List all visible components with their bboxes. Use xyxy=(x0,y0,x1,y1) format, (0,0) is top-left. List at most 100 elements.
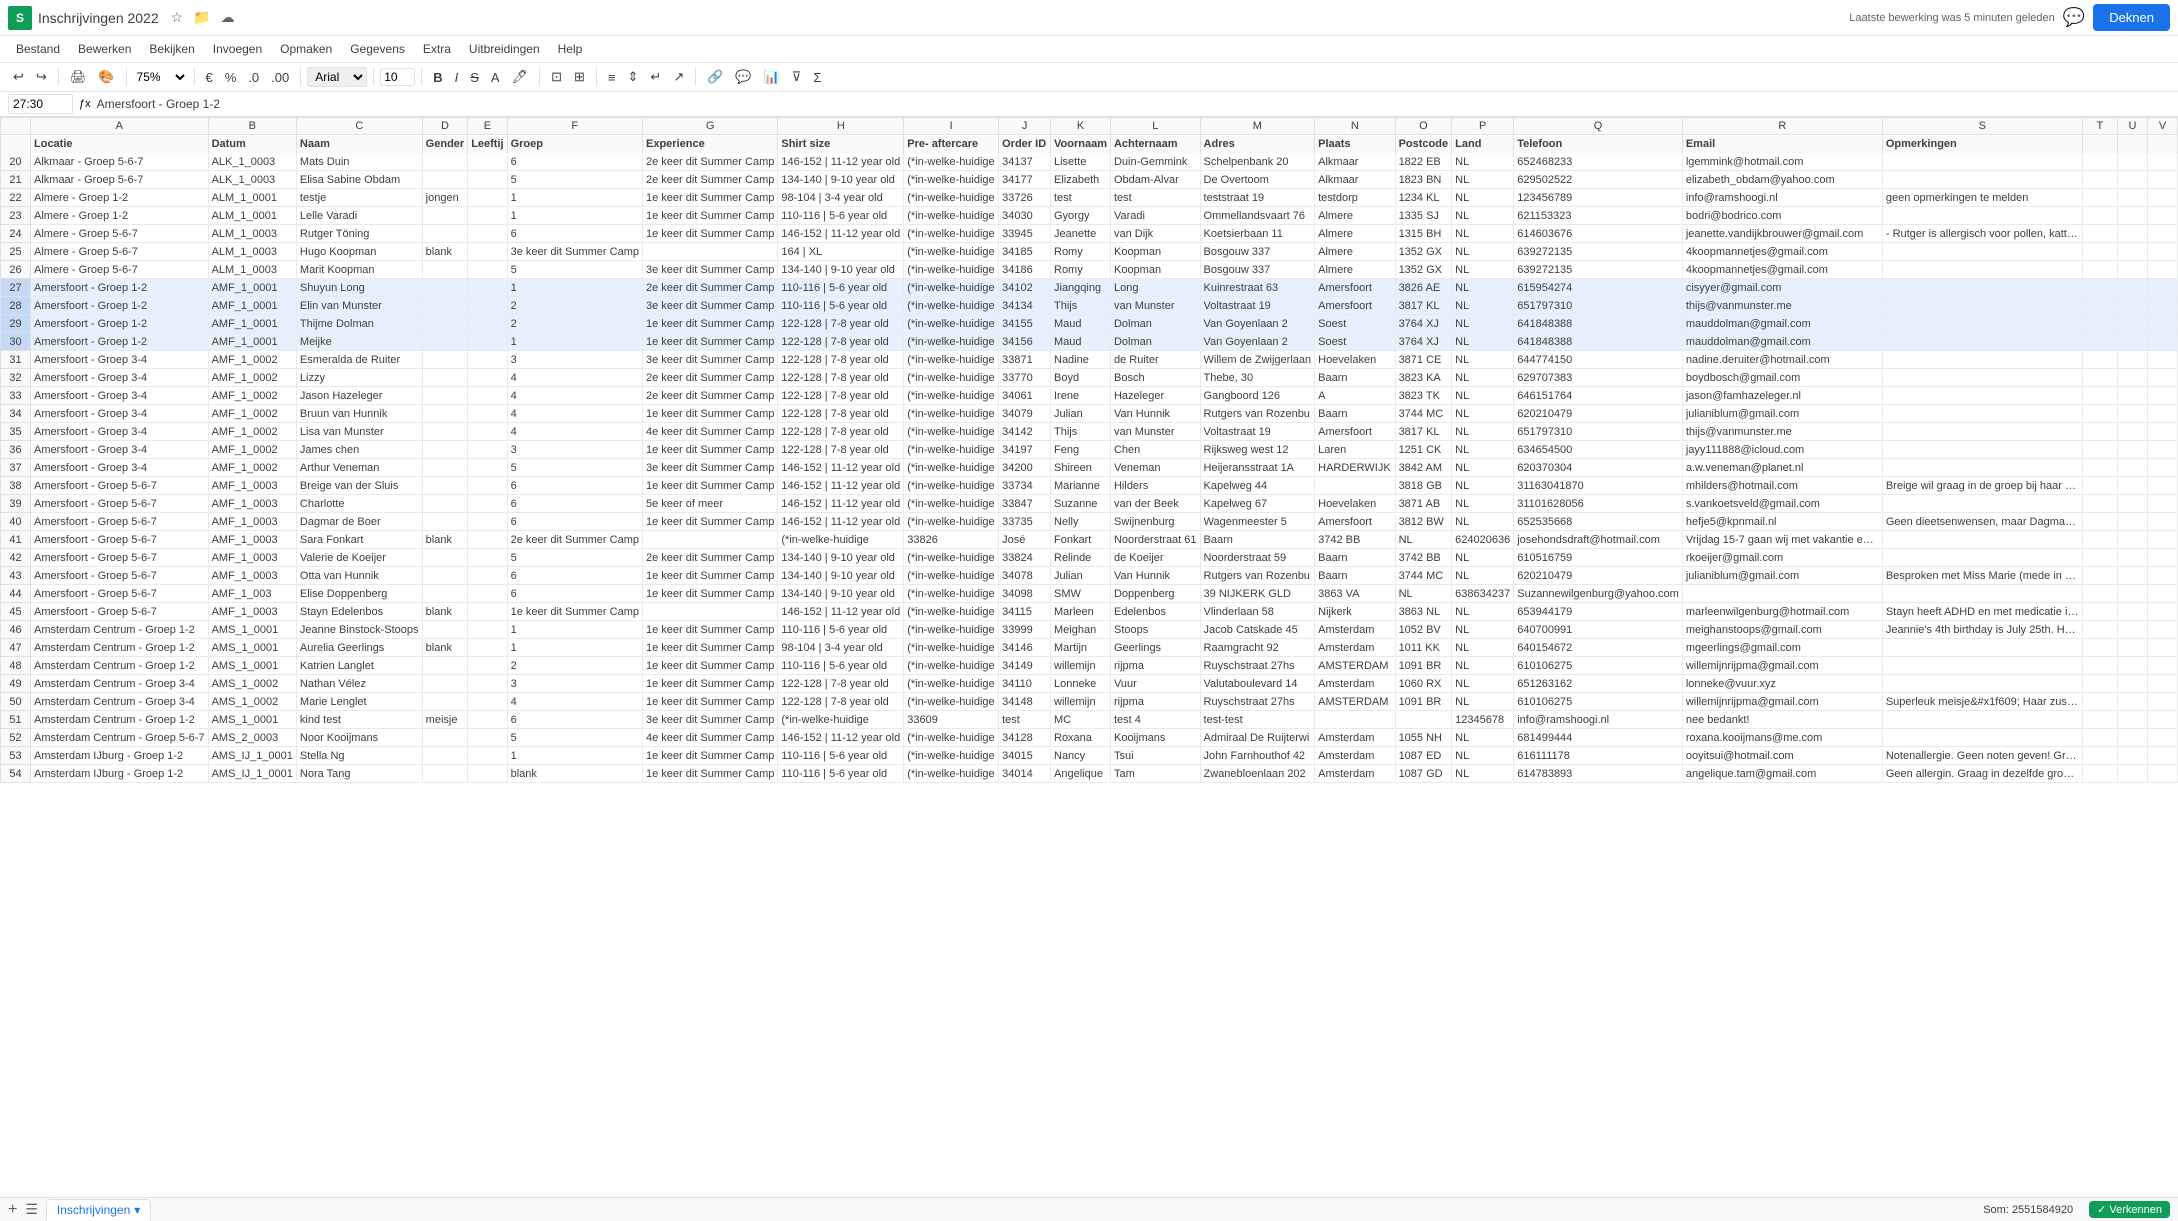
menu-uitbreidingen[interactable]: Uitbreidingen xyxy=(461,38,548,60)
cell[interactable]: Lizzy xyxy=(296,369,422,387)
cell[interactable]: Amersfoort - Groep 5-6-7 xyxy=(31,603,209,621)
cell[interactable]: Elizabeth xyxy=(1051,171,1111,189)
cell[interactable]: 146-152 | 11-12 year old xyxy=(778,153,904,171)
cell-empty[interactable] xyxy=(2082,585,2117,603)
cell[interactable]: Amsterdam xyxy=(1315,729,1395,747)
cell-empty[interactable] xyxy=(2118,351,2148,369)
cell[interactable] xyxy=(422,657,468,675)
cell[interactable]: Van Hunnik xyxy=(1110,405,1200,423)
cell[interactable]: Nelly xyxy=(1051,513,1111,531)
cell-empty[interactable] xyxy=(2118,567,2148,585)
cell[interactable]: Martijn xyxy=(1051,639,1111,657)
cell-empty[interactable] xyxy=(2118,243,2148,261)
cell-empty[interactable] xyxy=(2118,603,2148,621)
cell-empty[interactable] xyxy=(2148,351,2178,369)
cell[interactable]: 34115 xyxy=(999,603,1051,621)
cell[interactable]: 4 xyxy=(507,423,642,441)
cell[interactable]: Rutger Töning xyxy=(296,225,422,243)
cell[interactable]: 1060 RX xyxy=(1395,675,1452,693)
cell[interactable]: Marit Koopman xyxy=(296,261,422,279)
cell[interactable]: a.w.veneman@planet.nl xyxy=(1682,459,1882,477)
cell[interactable]: AMS_1_0001 xyxy=(208,657,296,675)
align-button[interactable]: ≡ xyxy=(603,67,621,88)
cell[interactable]: Aurelia Geerlings xyxy=(296,639,422,657)
cell[interactable]: Almere xyxy=(1315,243,1395,261)
cell[interactable]: Soest xyxy=(1315,315,1395,333)
cell[interactable] xyxy=(468,495,507,513)
undo-button[interactable]: ↩ xyxy=(8,66,29,88)
cell[interactable] xyxy=(468,621,507,639)
cell[interactable]: MC xyxy=(1051,711,1111,729)
cell-empty[interactable] xyxy=(2148,279,2178,297)
cell[interactable]: Amsterdam Centrum - Groep 5-6-7 xyxy=(31,729,209,747)
cell[interactable]: Noor Kooijmans xyxy=(296,729,422,747)
cell[interactable]: 34177 xyxy=(999,171,1051,189)
cell[interactable]: 33726 xyxy=(999,189,1051,207)
cell[interactable] xyxy=(468,657,507,675)
cell[interactable]: ALK_1_0003 xyxy=(208,153,296,171)
cell-empty[interactable] xyxy=(2118,225,2148,243)
cell[interactable]: HARDERWIJK xyxy=(1315,459,1395,477)
cell[interactable] xyxy=(1882,657,2082,675)
cell[interactable]: 1091 BR xyxy=(1395,693,1452,711)
cell[interactable]: Thijs xyxy=(1051,423,1111,441)
cell[interactable]: 6 xyxy=(507,495,642,513)
col-header-O[interactable]: O xyxy=(1395,118,1452,135)
cell[interactable]: 1e keer dit Summer Camp xyxy=(642,477,777,495)
cell[interactable]: 6 xyxy=(507,225,642,243)
cell[interactable]: 1 xyxy=(507,621,642,639)
cell[interactable]: (*in-welke-huidige xyxy=(904,315,999,333)
cell[interactable]: Amersfoort - Groep 3-4 xyxy=(31,351,209,369)
cell[interactable] xyxy=(468,513,507,531)
cell[interactable]: 3e keer dit Summer Camp xyxy=(642,351,777,369)
cell[interactable]: 3e keer dit Summer Camp xyxy=(642,297,777,315)
cell[interactable]: 5 xyxy=(507,549,642,567)
cell[interactable]: Wagenmeester 5 xyxy=(1200,513,1315,531)
cell[interactable]: 34079 xyxy=(999,405,1051,423)
cell[interactable]: 3823 TK xyxy=(1395,387,1452,405)
cell-empty[interactable] xyxy=(2118,189,2148,207)
cell[interactable] xyxy=(1315,711,1395,729)
cell[interactable]: Geen allergin. Graag in dezelfde groep m… xyxy=(1882,765,2082,783)
cell[interactable] xyxy=(1882,441,2082,459)
row-number[interactable]: 51 xyxy=(1,711,31,729)
cell[interactable] xyxy=(1882,153,2082,171)
cell-empty[interactable] xyxy=(2082,675,2117,693)
cell[interactable] xyxy=(468,225,507,243)
cell[interactable]: AMSTERDAM xyxy=(1315,657,1395,675)
cell[interactable]: blank xyxy=(422,603,468,621)
cell[interactable] xyxy=(468,567,507,585)
table-row[interactable]: 46Amsterdam Centrum - Groep 1-2AMS_1_000… xyxy=(1,621,2178,639)
cell[interactable] xyxy=(468,423,507,441)
cell[interactable]: 34148 xyxy=(999,693,1051,711)
cell[interactable]: NL xyxy=(1452,405,1514,423)
cell[interactable]: 2 xyxy=(507,297,642,315)
zoom-selector[interactable]: 75% 100% 125% xyxy=(133,69,188,85)
cell[interactable]: Amsterdam Centrum - Groep 3-4 xyxy=(31,675,209,693)
cell[interactable]: 1e keer dit Summer Camp xyxy=(642,621,777,639)
col-header-J[interactable]: J xyxy=(999,118,1051,135)
cell[interactable] xyxy=(468,549,507,567)
menu-bekijken[interactable]: Bekijken xyxy=(141,38,202,60)
sheet-tab-dropdown[interactable]: ▾ xyxy=(134,1203,140,1217)
table-row[interactable]: 43Amersfoort - Groep 5-6-7AMF_1_0003Otta… xyxy=(1,567,2178,585)
cell-empty[interactable] xyxy=(2148,387,2178,405)
cell[interactable] xyxy=(468,459,507,477)
table-row[interactable]: 25Almere - Groep 5-6-7ALM_1_0003Hugo Koo… xyxy=(1,243,2178,261)
cell[interactable]: ALK_1_0003 xyxy=(208,171,296,189)
cell[interactable]: 98-104 | 3-4 year old xyxy=(778,639,904,657)
cell[interactable]: Bosch xyxy=(1110,369,1200,387)
row-number[interactable]: 30 xyxy=(1,333,31,351)
cell[interactable]: NL xyxy=(1395,531,1452,549)
cell[interactable] xyxy=(642,603,777,621)
cell[interactable]: NL xyxy=(1452,657,1514,675)
cell[interactable]: Amsterdam xyxy=(1315,747,1395,765)
cell[interactable]: AMF_1_003 xyxy=(208,585,296,603)
cell[interactable]: Veneman xyxy=(1110,459,1200,477)
cell[interactable]: Van Goyenlaan 2 xyxy=(1200,333,1315,351)
cell-empty[interactable] xyxy=(2082,711,2117,729)
cell[interactable]: 1822 EB xyxy=(1395,153,1452,171)
row-number[interactable]: 40 xyxy=(1,513,31,531)
table-row[interactable]: 35Amersfoort - Groep 3-4AMF_1_0002Lisa v… xyxy=(1,423,2178,441)
cell[interactable]: Amersfoort - Groep 5-6-7 xyxy=(31,531,209,549)
